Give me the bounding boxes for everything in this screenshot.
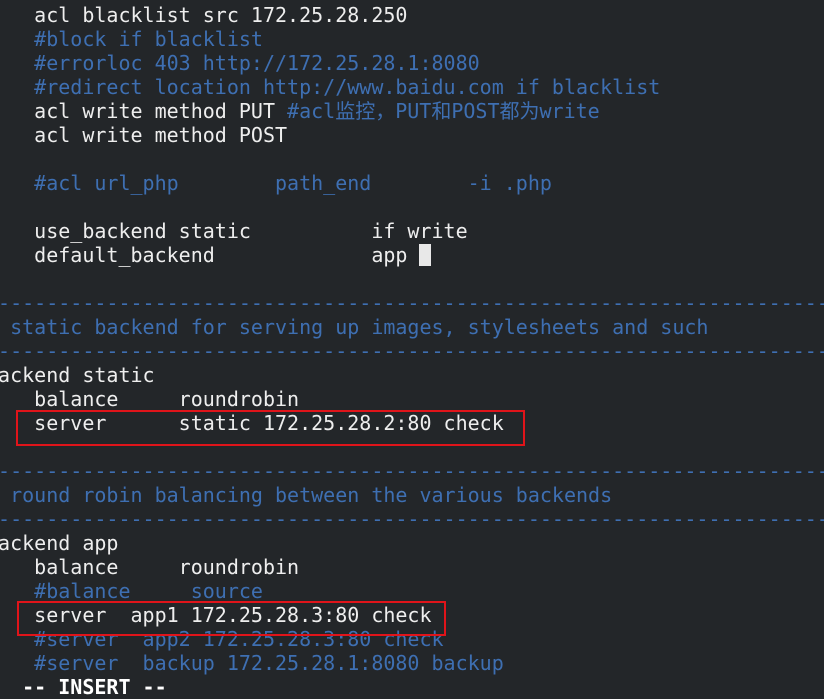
code-line[interactable]: #block if blacklist bbox=[0, 27, 263, 51]
code-line[interactable]: acl write method POST bbox=[0, 123, 287, 147]
code-line[interactable]: balance roundrobin bbox=[0, 387, 299, 411]
code-comment: #balance source bbox=[0, 579, 263, 603]
code-line[interactable]: #errorloc 403 http://172.25.28.1:8080 bbox=[0, 51, 480, 75]
code-comment: #acl监控，PUT和POST都为write bbox=[287, 99, 600, 123]
code-comment: #---------------------------------------… bbox=[0, 507, 824, 531]
code-comment: #errorloc 403 http://172.25.28.1:8080 bbox=[0, 51, 480, 75]
highlight-box-static-server bbox=[16, 410, 525, 446]
code-comment: #server backup 172.25.28.1:8080 backup bbox=[0, 651, 504, 675]
code-comment: #---------------------------------------… bbox=[0, 459, 824, 483]
code-comment: # static backend for serving up images, … bbox=[0, 315, 709, 339]
code-text: backend static bbox=[0, 363, 155, 387]
code-line[interactable]: #---------------------------------------… bbox=[0, 459, 824, 483]
code-line[interactable]: #---------------------------------------… bbox=[0, 339, 824, 363]
code-line[interactable]: use_backend static if write bbox=[0, 219, 468, 243]
code-line[interactable]: acl blacklist src 172.25.28.250 bbox=[0, 3, 407, 27]
code-line[interactable]: backend app bbox=[0, 531, 118, 555]
code-line[interactable]: #server backup 172.25.28.1:8080 backup bbox=[0, 651, 504, 675]
code-line[interactable]: # round robin balancing between the vari… bbox=[0, 483, 612, 507]
code-line[interactable]: #---------------------------------------… bbox=[0, 291, 824, 315]
code-line[interactable]: #redirect location http://www.baidu.com … bbox=[0, 75, 660, 99]
code-line[interactable]: # static backend for serving up images, … bbox=[0, 315, 708, 339]
code-comment: #---------------------------------------… bbox=[0, 339, 824, 363]
code-text: acl blacklist src 172.25.28.250 bbox=[0, 3, 408, 27]
code-comment: #block if blacklist bbox=[0, 27, 263, 51]
code-text: balance roundrobin bbox=[0, 555, 300, 579]
code-comment: #redirect location http://www.baidu.com … bbox=[0, 75, 661, 99]
code-text: balance roundrobin bbox=[0, 387, 300, 411]
highlight-box-app-server bbox=[17, 601, 446, 636]
mode-indicator: -- INSERT -- bbox=[0, 675, 167, 699]
code-line[interactable]: #acl url_php path_end -i .php bbox=[0, 171, 552, 195]
code-line[interactable]: backend static bbox=[0, 363, 155, 387]
code-line[interactable]: acl write method PUT #acl监控，PUT和POST都为wr… bbox=[0, 99, 600, 123]
code-text: use_backend static if write bbox=[0, 219, 468, 243]
code-line[interactable]: #---------------------------------------… bbox=[0, 507, 824, 531]
code-text: default_backend app bbox=[0, 243, 420, 267]
code-comment: # round robin balancing between the vari… bbox=[0, 483, 613, 507]
code-line[interactable]: #balance source bbox=[0, 579, 263, 603]
text-cursor bbox=[419, 244, 432, 266]
code-comment: #---------------------------------------… bbox=[0, 291, 824, 315]
code-comment: #acl url_php path_end -i .php bbox=[0, 171, 552, 195]
code-line[interactable]: balance roundrobin bbox=[0, 555, 299, 579]
code-line[interactable]: default_backend app bbox=[0, 243, 432, 267]
code-text: backend app bbox=[0, 531, 119, 555]
code-text: acl write method POST bbox=[0, 123, 288, 147]
code-text: acl write method PUT bbox=[0, 99, 288, 123]
